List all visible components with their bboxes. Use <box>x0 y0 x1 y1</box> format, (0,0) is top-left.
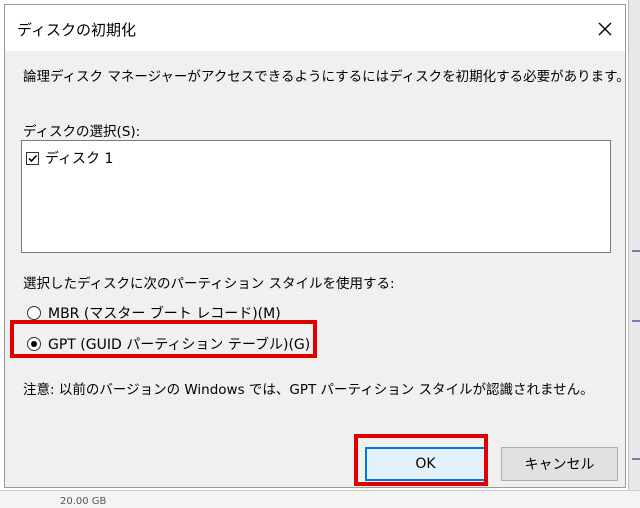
compatibility-note: 注意: 以前のバージョンの Windows では、GPT パーティション スタイ… <box>23 382 594 398</box>
radio-unchecked-icon[interactable] <box>27 306 41 320</box>
checkbox-checked-icon[interactable] <box>26 151 39 165</box>
partition-style-label: 選択したディスクに次のパーティション スタイルを使用する: <box>23 276 395 292</box>
cancel-button[interactable]: キャンセル <box>501 447 618 481</box>
list-item[interactable]: ディスク 1 <box>26 148 113 168</box>
background-size-text: 20.00 GB <box>60 496 107 507</box>
dialog-description: 論理ディスク マネージャーがアクセスできるようにするにはディスクを初期化する必要… <box>23 69 630 85</box>
close-icon <box>598 22 612 36</box>
background-window-mark <box>632 320 640 322</box>
close-button[interactable] <box>591 15 619 43</box>
gpt-highlight-box <box>10 320 317 358</box>
dialog-title: ディスクの初期化 <box>17 21 136 39</box>
disk-list[interactable]: ディスク 1 <box>21 140 611 253</box>
background-window-mark <box>632 250 640 252</box>
initialize-disk-dialog: ディスクの初期化 論理ディスク マネージャーがアクセスできるようにするにはディス… <box>4 4 630 488</box>
background-window-mark <box>632 458 640 460</box>
disk-label: ディスク 1 <box>45 151 114 167</box>
title-bar: ディスクの初期化 <box>5 5 625 51</box>
disk-select-label: ディスクの選択(S): <box>23 124 141 140</box>
ok-highlight-box <box>354 434 488 486</box>
